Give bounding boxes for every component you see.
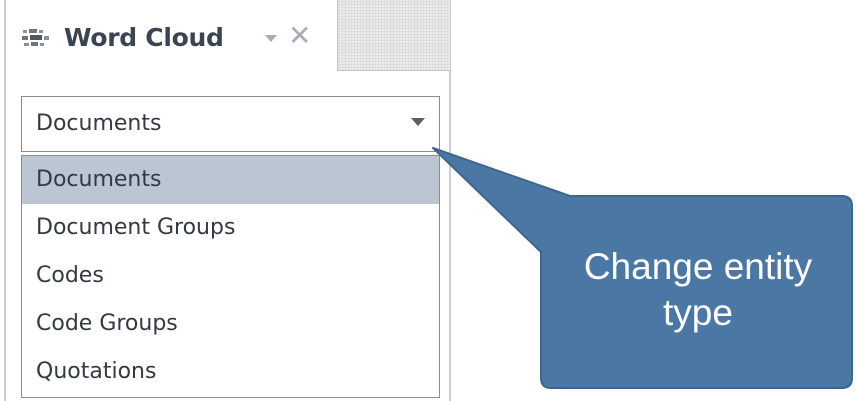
option-document-groups[interactable]: Document Groups (22, 204, 439, 252)
callout-line-1: Change entity (583, 246, 813, 287)
entity-type-select-value: Documents (36, 111, 162, 136)
callout-line-2: type (663, 292, 733, 333)
screenshot-stage: Word Cloud ✕ Documents Documents Documen… (0, 0, 856, 401)
word-cloud-panel: Word Cloud ✕ Documents Documents Documen… (0, 0, 454, 401)
option-documents[interactable]: Documents (22, 156, 439, 204)
caret-down-icon (411, 118, 425, 126)
tab-title: Word Cloud (64, 23, 224, 52)
entity-type-select[interactable]: Documents (21, 96, 440, 152)
word-cloud-tab[interactable]: Word Cloud ✕ (6, 0, 337, 76)
option-codes[interactable]: Codes (22, 252, 439, 300)
word-cloud-icon (22, 28, 50, 48)
tab-strip-background (337, 0, 450, 71)
entity-type-options: Documents Document Groups Codes Code Gro… (21, 155, 440, 398)
option-code-groups[interactable]: Code Groups (22, 300, 439, 348)
close-icon[interactable]: ✕ (288, 18, 311, 54)
option-quotations[interactable]: Quotations (22, 348, 439, 396)
chevron-down-icon[interactable] (264, 30, 278, 44)
callout-text: Change entity type (540, 244, 856, 336)
